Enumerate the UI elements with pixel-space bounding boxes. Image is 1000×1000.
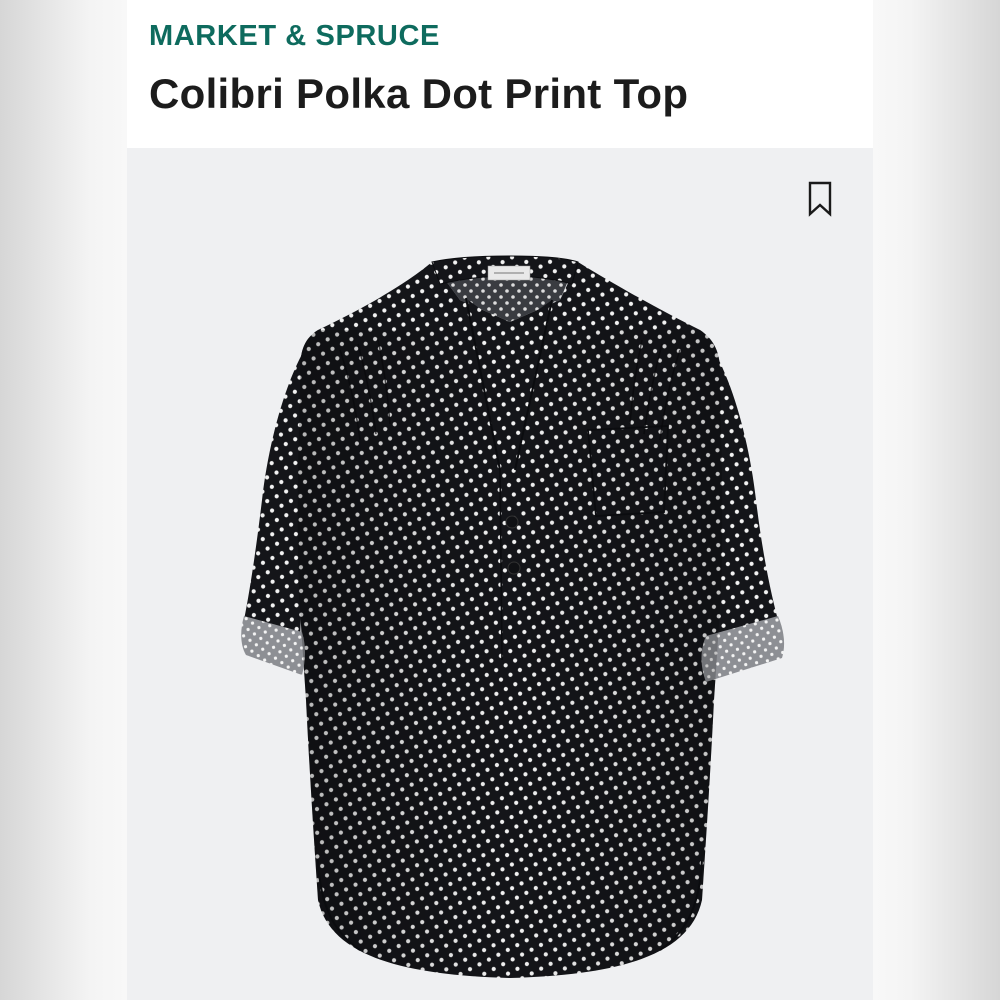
product-card: MARKET & SPRUCE Colibri Polka Dot Print … [127,0,873,1000]
bookmark-icon [808,181,832,217]
bookmark-button[interactable] [805,178,835,220]
button-2 [507,561,521,575]
button-1 [505,515,519,529]
product-image[interactable] [127,0,873,1000]
